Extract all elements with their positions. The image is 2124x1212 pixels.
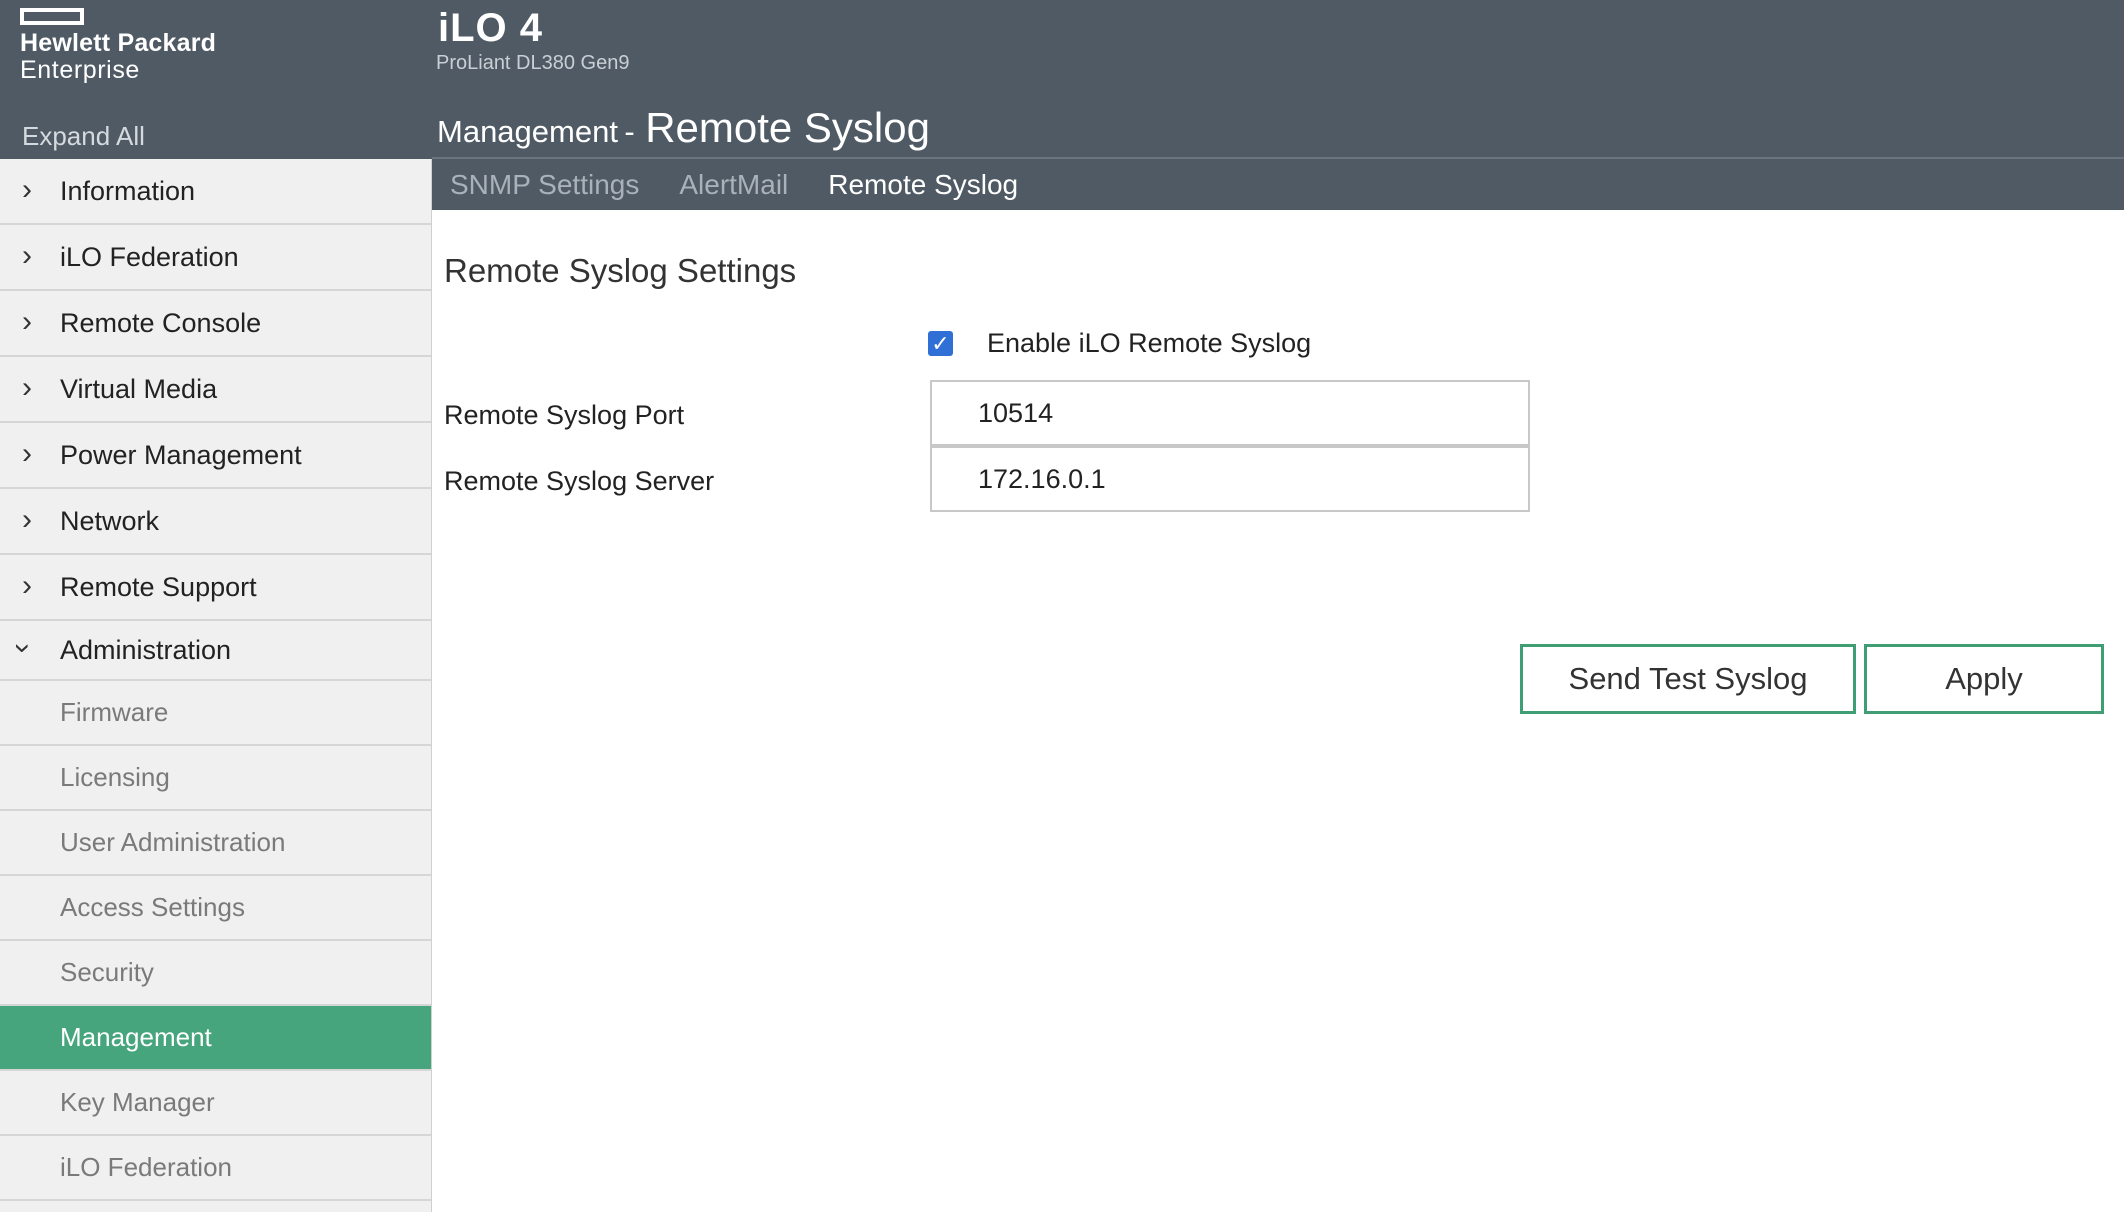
sidebar-subitem-user-administration[interactable]: User Administration — [0, 811, 431, 876]
brand-line-2: Enterprise — [20, 56, 140, 84]
send-test-syslog-button[interactable]: Send Test Syslog — [1520, 644, 1856, 714]
apply-button[interactable]: Apply — [1864, 644, 2104, 714]
sidebar-subitem-management[interactable]: Management — [0, 1006, 431, 1071]
sidebar-subitem-label: Licensing — [60, 762, 170, 792]
sidebar-subitem-ilo-federation[interactable]: iLO Federation — [0, 1136, 431, 1201]
main-content: Remote Syslog Settings ✓ Enable iLO Remo… — [432, 210, 2124, 1212]
breadcrumb: Management - Remote Syslog — [437, 104, 930, 152]
hpe-logo-rectangle-icon — [20, 8, 84, 25]
hpe-logo[interactable]: Hewlett Packard Enterprise — [20, 8, 216, 84]
sidebar-nav: › Information › iLO Federation › Remote … — [0, 159, 432, 1212]
breadcrumb-parent: Management — [437, 114, 618, 149]
enable-syslog-row: ✓ Enable iLO Remote Syslog — [928, 328, 1311, 359]
sidebar-subitem-security[interactable]: Security — [0, 941, 431, 1006]
sidebar-subitem-label: Key Manager — [60, 1087, 215, 1117]
sidebar-item-label: Virtual Media — [60, 373, 218, 404]
sidebar-item-information[interactable]: › Information — [0, 159, 431, 225]
sidebar-item-label: Remote Console — [60, 307, 262, 338]
sidebar-subitem-label: Management — [60, 1022, 212, 1052]
sidebar-subitem-key-manager[interactable]: Key Manager — [0, 1071, 431, 1136]
chevron-right-icon: › — [22, 238, 32, 272]
tab-alertmail[interactable]: AlertMail — [679, 169, 788, 201]
expand-all-link[interactable]: Expand All — [22, 121, 145, 152]
chevron-right-icon: › — [22, 172, 32, 206]
tab-snmp-settings[interactable]: SNMP Settings — [450, 169, 639, 201]
tab-remote-syslog[interactable]: Remote Syslog — [828, 169, 1018, 201]
product-title: iLO 4 — [438, 6, 544, 50]
chevron-right-icon: › — [22, 568, 32, 602]
sidebar-item-remote-console[interactable]: › Remote Console — [0, 291, 431, 357]
chevron-right-icon: › — [22, 304, 32, 338]
sidebar-subitem-label: iLO Federation — [60, 1152, 232, 1182]
breadcrumb-separator: - — [624, 114, 635, 149]
sidebar-item-label: Information — [60, 175, 196, 206]
sidebar-item-label: iLO Federation — [60, 241, 239, 272]
chevron-right-icon: › — [22, 502, 32, 536]
sidebar-item-virtual-media[interactable]: › Virtual Media — [0, 357, 431, 423]
sidebar-item-power-management[interactable]: › Power Management — [0, 423, 431, 489]
sidebar-subitem-label: Access Settings — [60, 892, 245, 922]
syslog-port-label: Remote Syslog Port — [444, 400, 685, 430]
page-title: Remote Syslog — [645, 104, 930, 151]
sidebar-item-label: Power Management — [60, 439, 302, 470]
syslog-port-input[interactable] — [930, 380, 1530, 446]
sidebar-subitem-label: Security — [60, 957, 154, 987]
chevron-right-icon: › — [22, 370, 32, 404]
server-model: ProLiant DL380 Gen9 — [436, 52, 630, 74]
enable-syslog-checkbox[interactable]: ✓ — [928, 331, 953, 356]
sidebar-subitem-access-settings[interactable]: Access Settings — [0, 876, 431, 941]
syslog-server-input[interactable] — [930, 446, 1530, 512]
sidebar-item-label: Remote Support — [60, 571, 257, 602]
enable-syslog-label: Enable iLO Remote Syslog — [987, 328, 1312, 358]
sidebar-subitem-licensing[interactable]: Licensing — [0, 746, 431, 811]
sidebar-item-label: Network — [60, 505, 160, 536]
sidebar-item-remote-support[interactable]: › Remote Support — [0, 555, 431, 621]
sidebar-subitem-firmware[interactable]: Firmware — [0, 681, 431, 746]
sidebar-item-administration[interactable]: › Administration — [0, 621, 431, 681]
top-header: iLO 4 ProLiant DL380 Gen9 Management - R… — [432, 0, 2124, 159]
sidebar-subitem-label: User Administration — [60, 827, 286, 857]
check-icon: ✓ — [931, 330, 950, 356]
sidebar-subitem-label: Firmware — [60, 697, 169, 727]
chevron-down-icon: › — [7, 643, 40, 654]
tab-bar: SNMP Settings AlertMail Remote Syslog — [432, 159, 2124, 210]
sidebar-item-network[interactable]: › Network — [0, 489, 431, 555]
sidebar-item-ilo-federation[interactable]: › iLO Federation — [0, 225, 431, 291]
section-title: Remote Syslog Settings — [444, 252, 797, 289]
syslog-server-label: Remote Syslog Server — [444, 466, 715, 496]
sidebar-item-label: Administration — [60, 634, 232, 665]
sidebar-header: Hewlett Packard Enterprise Expand All — [0, 0, 432, 159]
brand-line-1: Hewlett Packard — [20, 29, 217, 57]
chevron-right-icon: › — [22, 436, 32, 470]
